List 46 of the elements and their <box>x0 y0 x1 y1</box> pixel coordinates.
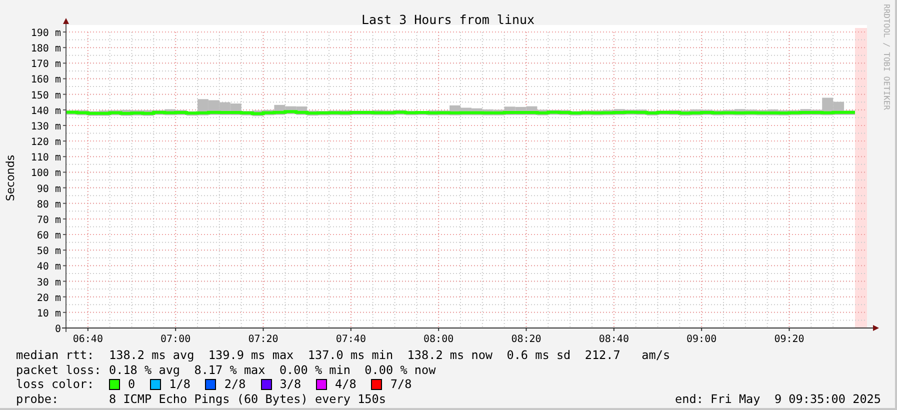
axis-title: Seconds <box>4 154 17 202</box>
legend-item-label: 0 <box>128 377 136 392</box>
tick-label: 140 m <box>30 106 61 117</box>
tick-label: 40 m <box>36 262 61 273</box>
credit-text: RRDTOOL / TOBI OETIKER <box>882 4 891 110</box>
legend-item-label: 1/8 <box>169 377 190 392</box>
tick-label: 20 m <box>36 292 61 304</box>
legend-item-label: 4/8 <box>335 377 356 392</box>
legend-label: median rtt: <box>16 348 96 362</box>
chart-title: Last 3 Hours from linux <box>361 12 535 27</box>
legend-label: probe: <box>16 392 60 406</box>
tick-label: 110 m <box>30 152 61 164</box>
tick-label: 06:40 <box>72 334 103 345</box>
tick-label: 60 m <box>36 230 61 242</box>
tick-label: 160 m <box>30 74 61 86</box>
tick-label: 08:00 <box>424 334 454 345</box>
legend-label: packet loss: <box>16 362 102 377</box>
tick-label: 70 m <box>36 214 61 226</box>
legend-stats: 138.2 ms avg 139.9 ms max 137.0 ms min 138.2 ms now 0.6 ms sd 212.7 am/s <box>109 348 670 362</box>
tick-label: 30 m <box>36 277 61 288</box>
tick-label: 07:40 <box>336 334 366 345</box>
tick-label: 190 m <box>30 28 61 39</box>
legend-label: loss color: <box>16 377 96 392</box>
tick-label: 80 m <box>36 199 61 210</box>
legend-stats: 8 ICMP Echo Pings (60 Bytes) every 150s <box>109 392 386 406</box>
tick-label: 170 m <box>30 59 61 70</box>
tick-label: 0 <box>54 324 61 335</box>
tick-label: 08:20 <box>511 334 542 345</box>
tick-label: 07:00 <box>160 334 191 345</box>
tick-label: 180 m <box>30 44 61 55</box>
tick-label: 150 m <box>30 90 61 102</box>
legend-item-label: 7/8 <box>390 377 412 392</box>
tick-label: 09:00 <box>686 334 717 345</box>
tick-label: 50 m <box>36 246 61 258</box>
tick-label: 100 m <box>30 168 61 180</box>
tick-label: 07:20 <box>248 334 278 345</box>
end-time: end: Fri May 9 09:35:00 2025 <box>675 392 881 406</box>
legend-item-label: 3/8 <box>280 377 302 392</box>
legend-item-label: 2/8 <box>224 377 246 392</box>
tick-label: 130 m <box>30 121 61 132</box>
tick-label: 09:20 <box>774 334 804 345</box>
legend-stats: 0.18 % avg 8.17 % max 0.00 % min 0.00 % now <box>109 362 436 377</box>
tick-label: 90 m <box>36 184 61 195</box>
tick-label: 120 m <box>30 137 61 148</box>
tick-label: 08:40 <box>598 334 629 345</box>
tick-label: 10 m <box>36 308 61 320</box>
